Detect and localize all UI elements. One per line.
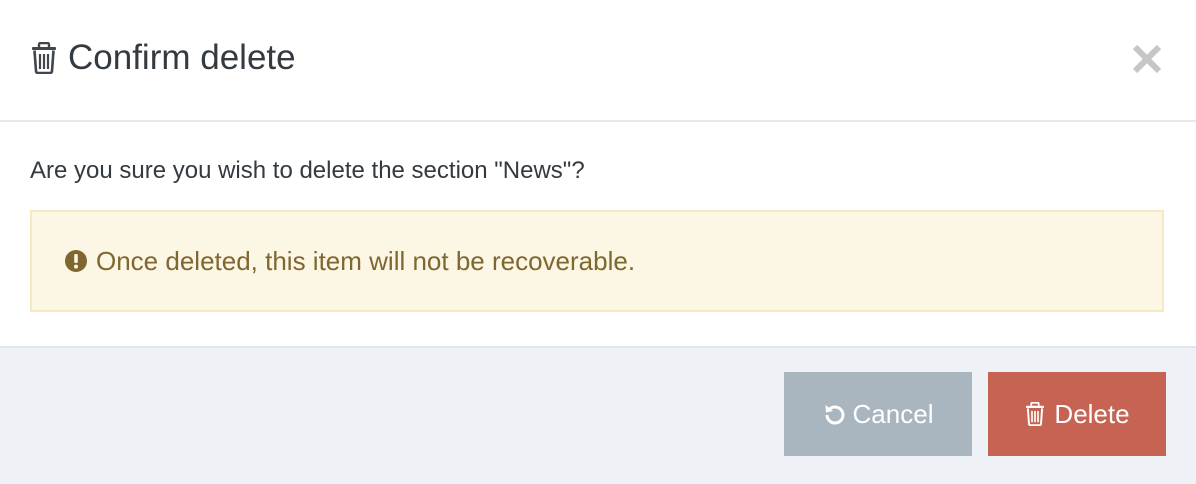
dialog-title: Confirm delete [30, 36, 296, 80]
dialog-title-text: Confirm delete [68, 38, 296, 77]
confirm-delete-dialog: Confirm delete Are you sure you wish to … [0, 0, 1196, 484]
close-icon [1132, 44, 1162, 78]
warning-text: Once deleted, this item will not be reco… [96, 246, 636, 276]
dialog-header: Confirm delete [0, 0, 1196, 122]
cancel-button[interactable]: Cancel [784, 372, 972, 456]
undo-icon [823, 402, 847, 426]
delete-label: Delete [1054, 398, 1130, 429]
warning-alert: Once deleted, this item will not be reco… [30, 210, 1164, 312]
confirmation-question: Are you sure you wish to delete the sect… [30, 157, 585, 184]
cancel-label: Cancel [852, 398, 934, 429]
delete-button[interactable]: Delete [988, 372, 1166, 456]
trash-icon [1024, 402, 1048, 426]
trash-icon [30, 42, 58, 74]
close-button[interactable] [1132, 44, 1162, 74]
dialog-body: Are you sure you wish to delete the sect… [0, 122, 1196, 346]
dialog-footer: Cancel Delete [0, 346, 1196, 484]
exclamation-circle-icon [64, 249, 88, 273]
